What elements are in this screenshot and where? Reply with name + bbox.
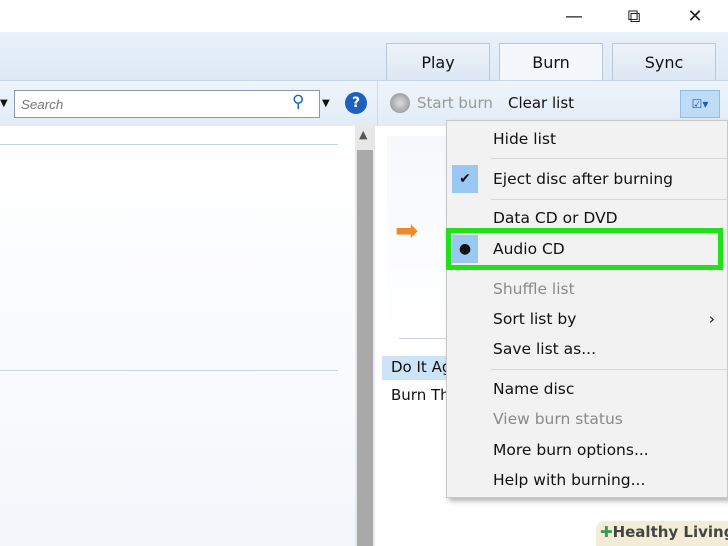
scrollbar-thumb[interactable] <box>357 150 373 546</box>
search-options-arrow-icon[interactable]: ▼ <box>322 98 330 109</box>
restore-button[interactable]: ⧉ <box>611 0 657 32</box>
burn-list-item[interactable]: Do It Ag <box>382 356 452 380</box>
help-icon[interactable]: ? <box>345 92 367 114</box>
menu-label: Help with burning... <box>493 471 646 489</box>
search-icon[interactable]: ⚲ <box>292 92 304 112</box>
menu-label: Shuffle list <box>493 280 575 298</box>
menu-item-help-with-burning[interactable]: Help with burning... <box>447 466 728 494</box>
minimize-button[interactable]: — <box>551 0 597 32</box>
menu-item-view-burn-status: View burn status <box>447 405 728 433</box>
submenu-chevron-icon: › <box>708 310 715 328</box>
menu-label: Name disc <box>493 380 575 398</box>
menu-item-save-list-as[interactable]: Save list as... <box>447 335 728 363</box>
tab-play[interactable]: Play <box>386 43 490 81</box>
menu-label: More burn options... <box>493 441 649 459</box>
list-options-button[interactable]: ☑▾ <box>680 90 720 118</box>
watermark-text: Healthy Living <box>612 523 728 541</box>
menu-item-sort-list-by[interactable]: Sort list by › <box>447 305 728 333</box>
menu-item-eject-disc[interactable]: Eject disc after burning <box>447 165 728 193</box>
scroll-up-icon[interactable]: ▲ <box>359 128 367 141</box>
menu-label: Sort list by <box>493 310 577 328</box>
search-input[interactable] <box>14 90 320 118</box>
menu-label: View burn status <box>493 410 623 428</box>
menu-item-name-disc[interactable]: Name disc <box>447 375 728 403</box>
divider <box>0 144 338 145</box>
view-dropdown-arrow-icon[interactable]: ▼ <box>0 98 8 109</box>
tab-burn[interactable]: Burn <box>499 43 603 81</box>
menu-label: Hide list <box>493 130 557 148</box>
burn-list-item[interactable]: Burn Th <box>391 386 450 404</box>
menu-label: Data CD or DVD <box>493 209 618 227</box>
annotation-highlight <box>446 228 723 270</box>
close-button[interactable]: ✕ <box>672 0 718 32</box>
list-options-menu: Hide list ✔ Eject disc after burning Dat… <box>446 120 728 498</box>
menu-item-shuffle-list: Shuffle list <box>447 275 728 303</box>
watermark: ✚Healthy Living <box>596 521 728 546</box>
menu-item-hide-list[interactable]: Hide list <box>447 125 728 153</box>
clear-list-button[interactable]: Clear list <box>508 94 574 112</box>
tab-sync[interactable]: Sync <box>612 43 716 81</box>
burn-arrow-icon: ➡ <box>395 214 419 247</box>
menu-label: Eject disc after burning <box>493 170 673 188</box>
menu-label: Save list as... <box>493 340 597 358</box>
cross-logo-icon: ✚ <box>600 523 613 541</box>
divider <box>399 338 449 339</box>
library-pane <box>0 126 355 546</box>
menu-item-more-burn-options[interactable]: More burn options... <box>447 436 728 464</box>
divider <box>0 370 338 371</box>
start-burn-button[interactable]: Start burn <box>417 94 493 112</box>
burn-disc-icon <box>390 93 410 113</box>
